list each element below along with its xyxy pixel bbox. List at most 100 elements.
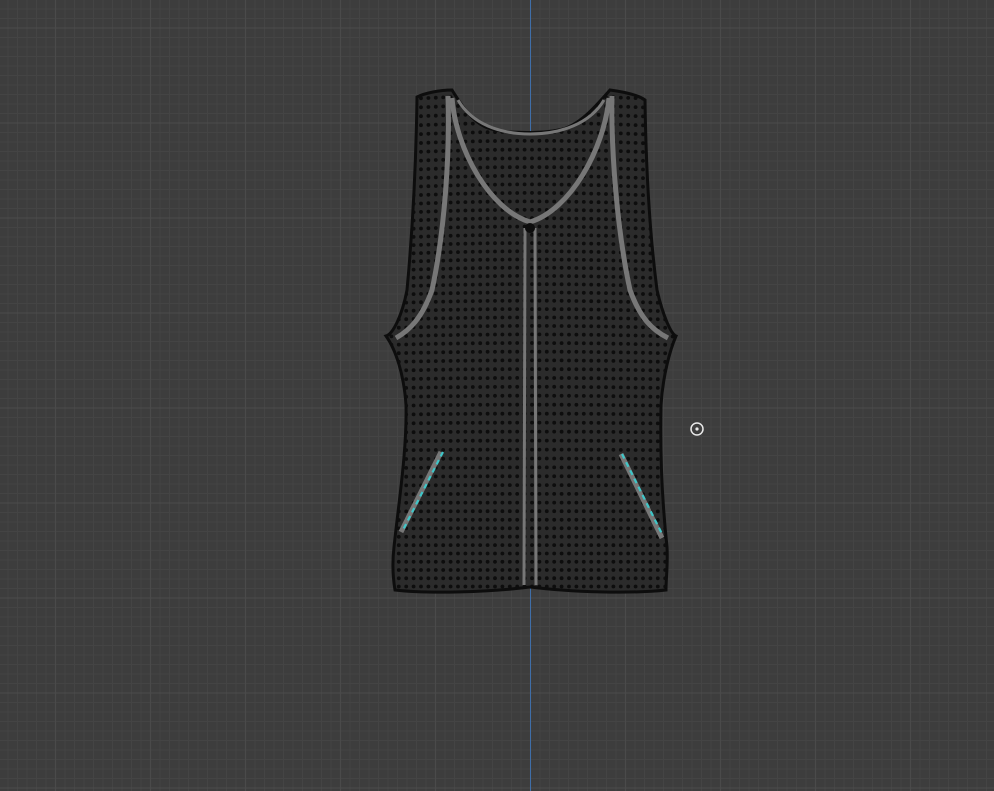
mesh-vertex[interactable] <box>441 333 446 338</box>
mesh-vertex[interactable] <box>485 411 490 416</box>
mesh-vertex[interactable] <box>537 500 542 505</box>
mesh-vertex[interactable] <box>641 283 645 288</box>
mesh-vertex[interactable] <box>470 584 475 589</box>
mesh-vertex[interactable] <box>478 376 483 380</box>
mesh-vertex[interactable] <box>470 130 475 135</box>
mesh-vertex[interactable] <box>493 341 497 345</box>
mesh-vertex[interactable] <box>382 404 386 408</box>
mesh-object-vest[interactable] <box>382 88 678 594</box>
mesh-vertex[interactable] <box>618 526 623 531</box>
mesh-vertex[interactable] <box>463 517 468 522</box>
mesh-vertex[interactable] <box>485 474 490 479</box>
mesh-vertex[interactable] <box>611 341 616 346</box>
mesh-vertex[interactable] <box>596 333 601 337</box>
mesh-vertex[interactable] <box>618 412 623 416</box>
mesh-vertex[interactable] <box>552 241 557 246</box>
mesh-vertex[interactable] <box>596 266 601 271</box>
mesh-vertex[interactable] <box>500 233 505 237</box>
mesh-vertex[interactable] <box>433 439 438 443</box>
mesh-vertex[interactable] <box>589 559 594 564</box>
mesh-vertex[interactable] <box>433 367 438 372</box>
mesh-vertex[interactable] <box>537 526 542 531</box>
mesh-vertex[interactable] <box>441 283 446 287</box>
mesh-vertex[interactable] <box>618 448 623 452</box>
mesh-vertex[interactable] <box>463 166 468 170</box>
mesh-vertex[interactable] <box>567 559 571 564</box>
mesh-vertex[interactable] <box>507 543 512 547</box>
mesh-vertex[interactable] <box>574 526 579 531</box>
mesh-vertex[interactable] <box>641 167 645 172</box>
mesh-vertex[interactable] <box>596 166 601 170</box>
mesh-vertex[interactable] <box>648 394 653 399</box>
mesh-vertex[interactable] <box>419 243 423 247</box>
mesh-vertex[interactable] <box>655 185 660 190</box>
mesh-vertex[interactable] <box>463 474 468 479</box>
mesh-vertex[interactable] <box>655 115 660 119</box>
mesh-vertex[interactable] <box>441 113 446 118</box>
mesh-vertex[interactable] <box>433 316 438 321</box>
mesh-vertex[interactable] <box>404 185 409 190</box>
mesh-vertex[interactable] <box>574 500 579 505</box>
mesh-vertex[interactable] <box>456 307 460 312</box>
mesh-vertex[interactable] <box>581 233 586 238</box>
mesh-vertex[interactable] <box>382 125 386 129</box>
mesh-vertex[interactable] <box>515 315 520 320</box>
mesh-vertex[interactable] <box>589 258 594 262</box>
mesh-vertex[interactable] <box>470 568 475 572</box>
mesh-vertex[interactable] <box>574 385 579 389</box>
mesh-vertex[interactable] <box>581 200 586 204</box>
mesh-vertex[interactable] <box>448 225 453 230</box>
mesh-vertex[interactable] <box>456 242 460 246</box>
mesh-vertex[interactable] <box>611 299 616 304</box>
mesh-vertex[interactable] <box>396 351 401 356</box>
mesh-vertex[interactable] <box>552 156 557 161</box>
mesh-vertex[interactable] <box>581 216 586 221</box>
mesh-vertex[interactable] <box>500 224 505 229</box>
mesh-vertex[interactable] <box>433 192 438 197</box>
mesh-vertex[interactable] <box>596 225 601 230</box>
mesh-vertex[interactable] <box>463 509 468 514</box>
mesh-vertex[interactable] <box>537 517 542 522</box>
mesh-vertex[interactable] <box>463 200 468 205</box>
mesh-vertex[interactable] <box>463 403 468 407</box>
mesh-vertex[interactable] <box>633 568 638 572</box>
mesh-vertex[interactable] <box>463 526 468 531</box>
mesh-vertex[interactable] <box>448 341 453 346</box>
mesh-vertex[interactable] <box>463 447 468 452</box>
mesh-vertex[interactable] <box>618 291 623 296</box>
mesh-vertex[interactable] <box>478 568 483 572</box>
mesh-vertex[interactable] <box>485 509 490 514</box>
mesh-vertex[interactable] <box>530 411 534 416</box>
mesh-vertex[interactable] <box>633 96 638 100</box>
mesh-vertex[interactable] <box>537 165 542 170</box>
mesh-vertex[interactable] <box>470 358 475 363</box>
mesh-vertex[interactable] <box>589 200 594 205</box>
mesh-vertex[interactable] <box>559 341 564 345</box>
mesh-vertex[interactable] <box>448 192 453 196</box>
mesh-vertex[interactable] <box>478 420 483 425</box>
mesh-vertex[interactable] <box>559 139 564 143</box>
mesh-vertex[interactable] <box>530 367 534 371</box>
mesh-vertex[interactable] <box>515 147 520 152</box>
mesh-vertex[interactable] <box>618 474 623 479</box>
mesh-vertex[interactable] <box>552 282 557 287</box>
mesh-vertex[interactable] <box>382 343 386 347</box>
mesh-vertex[interactable] <box>596 157 601 162</box>
mesh-vertex[interactable] <box>448 333 453 337</box>
mesh-vertex[interactable] <box>426 105 431 109</box>
mesh-vertex[interactable] <box>463 250 468 254</box>
mesh-vertex[interactable] <box>537 376 542 380</box>
mesh-vertex[interactable] <box>574 483 579 488</box>
mesh-vertex[interactable] <box>567 447 571 452</box>
mesh-vertex[interactable] <box>426 584 431 589</box>
mesh-vertex[interactable] <box>611 447 616 452</box>
mesh-vertex[interactable] <box>478 156 483 161</box>
mesh-vertex[interactable] <box>500 559 505 564</box>
mesh-vertex[interactable] <box>589 376 594 381</box>
mesh-vertex[interactable] <box>567 429 571 434</box>
mesh-vertex[interactable] <box>419 534 423 539</box>
mesh-vertex[interactable] <box>426 175 431 180</box>
mesh-vertex[interactable] <box>507 298 512 303</box>
mesh-vertex[interactable] <box>537 456 542 461</box>
mesh-vertex[interactable] <box>441 341 446 346</box>
